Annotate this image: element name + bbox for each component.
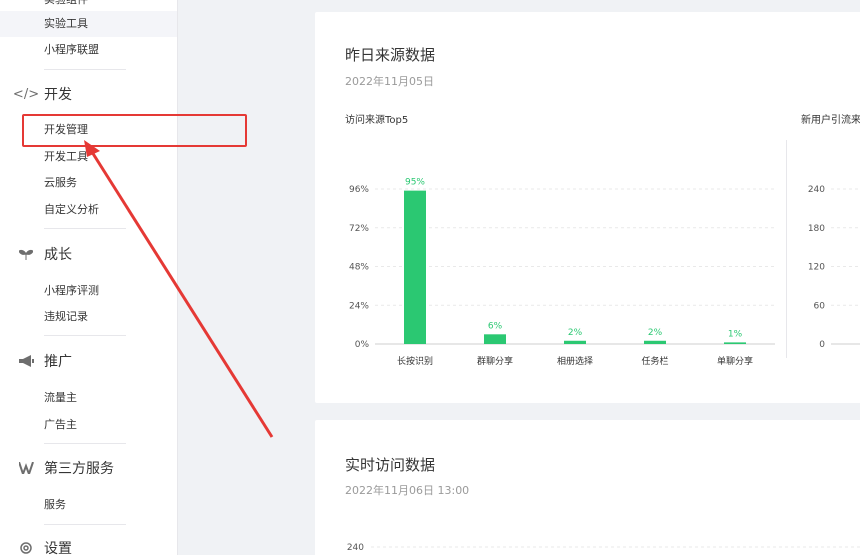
sidebar-item-advertiser[interactable]: 广告主 xyxy=(44,417,77,433)
bar xyxy=(404,190,426,344)
sidebar-section-label: 成长 xyxy=(44,247,72,263)
megaphone-icon xyxy=(16,351,36,371)
annotation-highlight-box xyxy=(22,114,247,147)
sidebar-divider xyxy=(44,524,126,525)
sidebar-divider xyxy=(44,335,126,336)
sidebar-item-mini-review[interactable]: 小程序评测 xyxy=(44,283,99,299)
sidebar-section-settings[interactable]: 设置 xyxy=(16,538,72,555)
sidebar-section-dev[interactable]: </> 开发 xyxy=(12,84,72,104)
x-tick-label: 单聊分享 xyxy=(717,355,753,367)
sidebar-item-dev-tools[interactable]: 开发工具 xyxy=(44,149,88,165)
x-tick-label: 任务栏 xyxy=(641,355,668,367)
data-label: 6% xyxy=(488,321,503,331)
gear-icon xyxy=(16,538,36,555)
chart-divider xyxy=(786,140,787,358)
sidebar-section-thirdparty[interactable]: 第三方服务 xyxy=(16,458,114,478)
sidebar-item-traffic-owner[interactable]: 流量主 xyxy=(44,390,77,406)
x-tick-label: 相册选择 xyxy=(557,355,593,367)
realtime-card: 实时访问数据 2022年11月06日 13:00 240 xyxy=(315,420,860,555)
new-user-bar-chart: 0 60 120 180 240 xyxy=(808,185,860,350)
y-tick-label: 240 xyxy=(347,543,364,553)
sidebar-item-custom-analysis[interactable]: 自定义分析 xyxy=(44,202,99,218)
bar xyxy=(644,340,666,344)
y-tick-label: 180 xyxy=(808,224,825,234)
card-title: 实时访问数据 xyxy=(345,456,436,474)
y-tick-label: 240 xyxy=(808,185,825,195)
bar xyxy=(484,334,506,344)
chart-title-top5: 访问来源Top5 xyxy=(345,115,409,126)
y-tick-label: 48% xyxy=(349,263,369,273)
bar xyxy=(724,342,746,344)
sidebar-divider xyxy=(44,69,126,70)
y-tick-label: 0 xyxy=(819,340,825,350)
top5-bar-chart: 0% 24% 48% 72% 96% 95% 长按识别 6% 群聊分享 2% 相册选择 2% 任务栏 1%… xyxy=(349,178,775,367)
x-tick-label: 群聊分享 xyxy=(477,355,513,367)
yesterday-source-card: 昨日来源数据 2022年11月05日 访问来源Top5 新用户引流来 0% 24%… xyxy=(315,12,860,403)
y-tick-label: 120 xyxy=(808,263,825,273)
chart-title-new-user: 新用户引流来 xyxy=(801,115,860,126)
card-date: 2022年11月05日 xyxy=(345,75,434,88)
data-label: 95% xyxy=(405,178,425,188)
sidebar-divider xyxy=(44,443,126,444)
x-tick-label: 长按识别 xyxy=(397,355,433,367)
data-label: 2% xyxy=(568,328,583,338)
sidebar-section-label: 设置 xyxy=(44,541,72,555)
y-tick-label: 60 xyxy=(814,301,826,311)
data-label: 2% xyxy=(648,328,663,338)
data-label: 1% xyxy=(728,329,743,339)
y-tick-label: 24% xyxy=(349,301,369,311)
y-tick-label: 72% xyxy=(349,224,369,234)
sidebar-section-promo[interactable]: 推广 xyxy=(16,351,72,371)
sidebar-item-experiment-components[interactable]: 实验组件 xyxy=(44,0,88,8)
realtime-line-chart: 240 xyxy=(347,543,860,553)
y-tick-label: 0% xyxy=(355,340,370,350)
sidebar-section-growth[interactable]: 成长 xyxy=(16,244,72,264)
sidebar-section-label: 第三方服务 xyxy=(44,461,114,477)
card-date: 2022年11月06日 13:00 xyxy=(345,484,470,497)
sprout-icon xyxy=(16,244,36,264)
sidebar-item-services[interactable]: 服务 xyxy=(44,497,66,513)
code-icon: </> xyxy=(12,86,40,102)
sidebar-item-experiment-tools[interactable]: 实验工具 xyxy=(0,11,177,37)
sidebar-item-cloud[interactable]: 云服务 xyxy=(44,175,77,191)
thirdparty-icon xyxy=(16,458,36,478)
sidebar-divider xyxy=(44,228,126,229)
y-tick-label: 96% xyxy=(349,185,369,195)
sidebar-item-mini-alliance[interactable]: 小程序联盟 xyxy=(44,42,99,58)
sidebar-section-label: 开发 xyxy=(44,87,72,103)
bar xyxy=(564,340,586,344)
sidebar-section-label: 推广 xyxy=(44,354,72,370)
sidebar: 实验组件 实验工具 小程序联盟 </> 开发 开发管理 开发工具 云服务 自定义… xyxy=(0,0,178,555)
sidebar-item-violations[interactable]: 违规记录 xyxy=(44,309,88,325)
card-title: 昨日来源数据 xyxy=(345,46,436,64)
